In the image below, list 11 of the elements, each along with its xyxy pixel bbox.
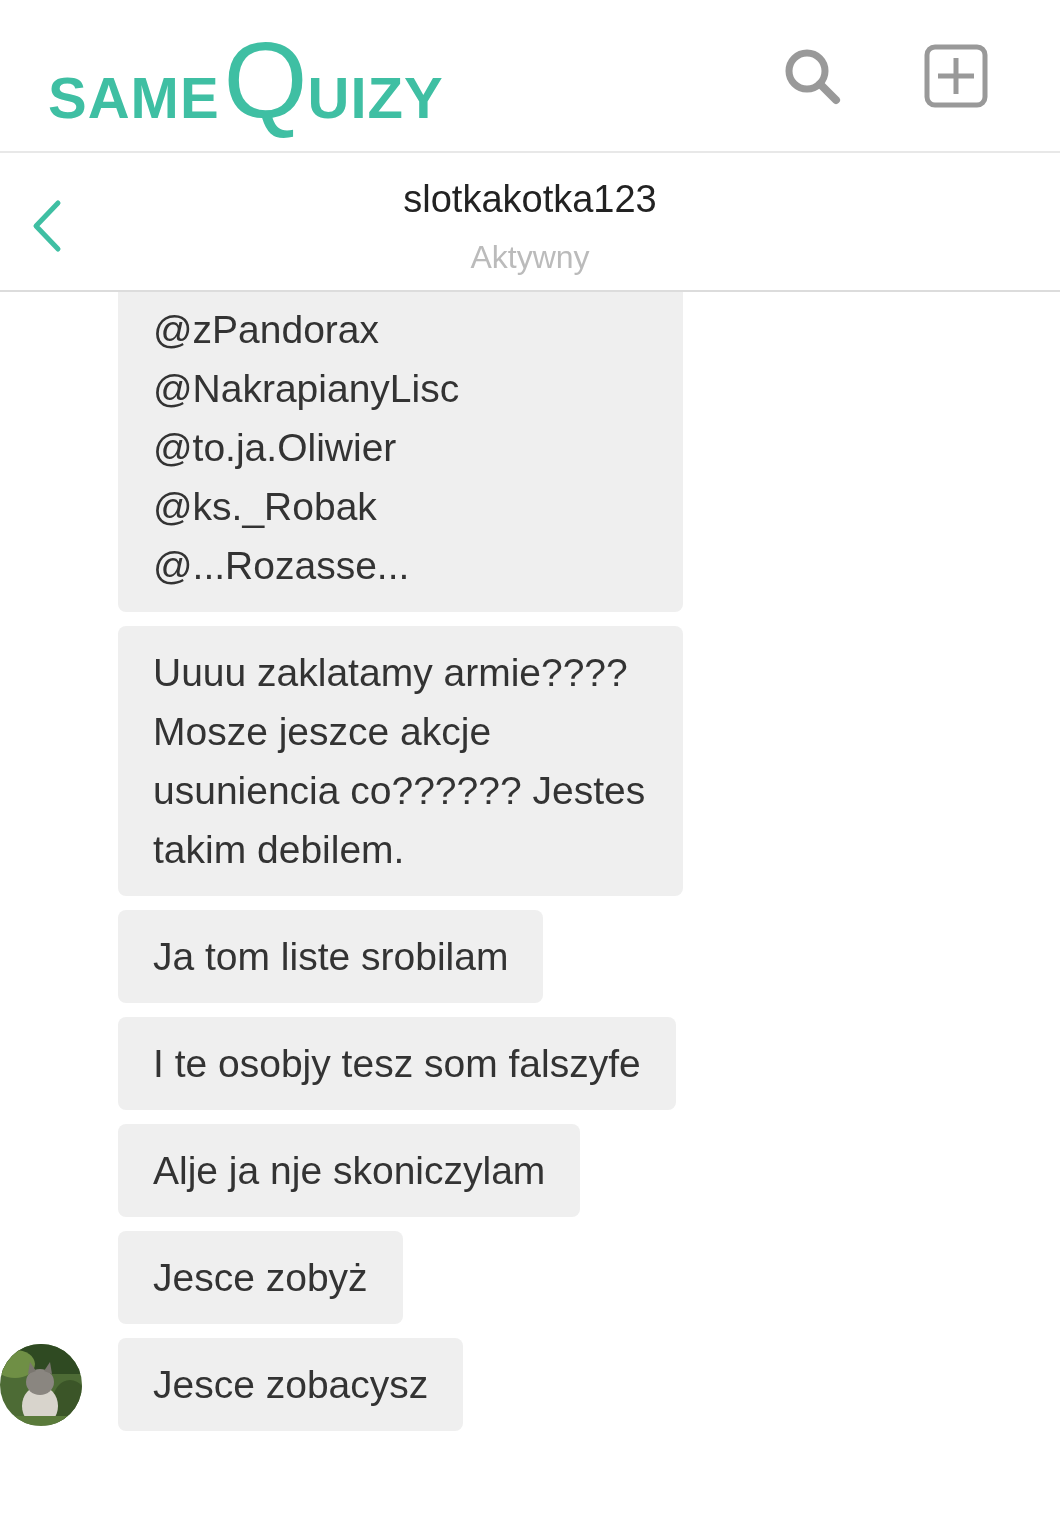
message-bubble: I te osobjy tesz som falszyfe xyxy=(118,1017,676,1110)
message-bubble: Jesce zobyż xyxy=(118,1231,403,1324)
username: slotkakotka123 xyxy=(403,177,657,222)
status-text: Aktywny xyxy=(470,238,590,277)
message-bubble: @zPandorax @NakrapianyLisc @to.ja.Oliwier @ks._Robak @...Rozasse... xyxy=(118,292,683,612)
add-icon[interactable] xyxy=(924,43,988,108)
message-bubble: Uuuu zaklatamy armie???? Mosze jeszce akcje usuniencia co?????? Jestes takim debilem. xyxy=(118,626,683,896)
logo[interactable]: SAMEQUIZY xyxy=(48,8,444,143)
message-bubble: Jesce zobacysz xyxy=(118,1338,464,1431)
message-bubble: Ja tom liste srobilam xyxy=(118,910,544,1003)
message-bubble: Alje ja nje skoniczylam xyxy=(118,1124,581,1217)
